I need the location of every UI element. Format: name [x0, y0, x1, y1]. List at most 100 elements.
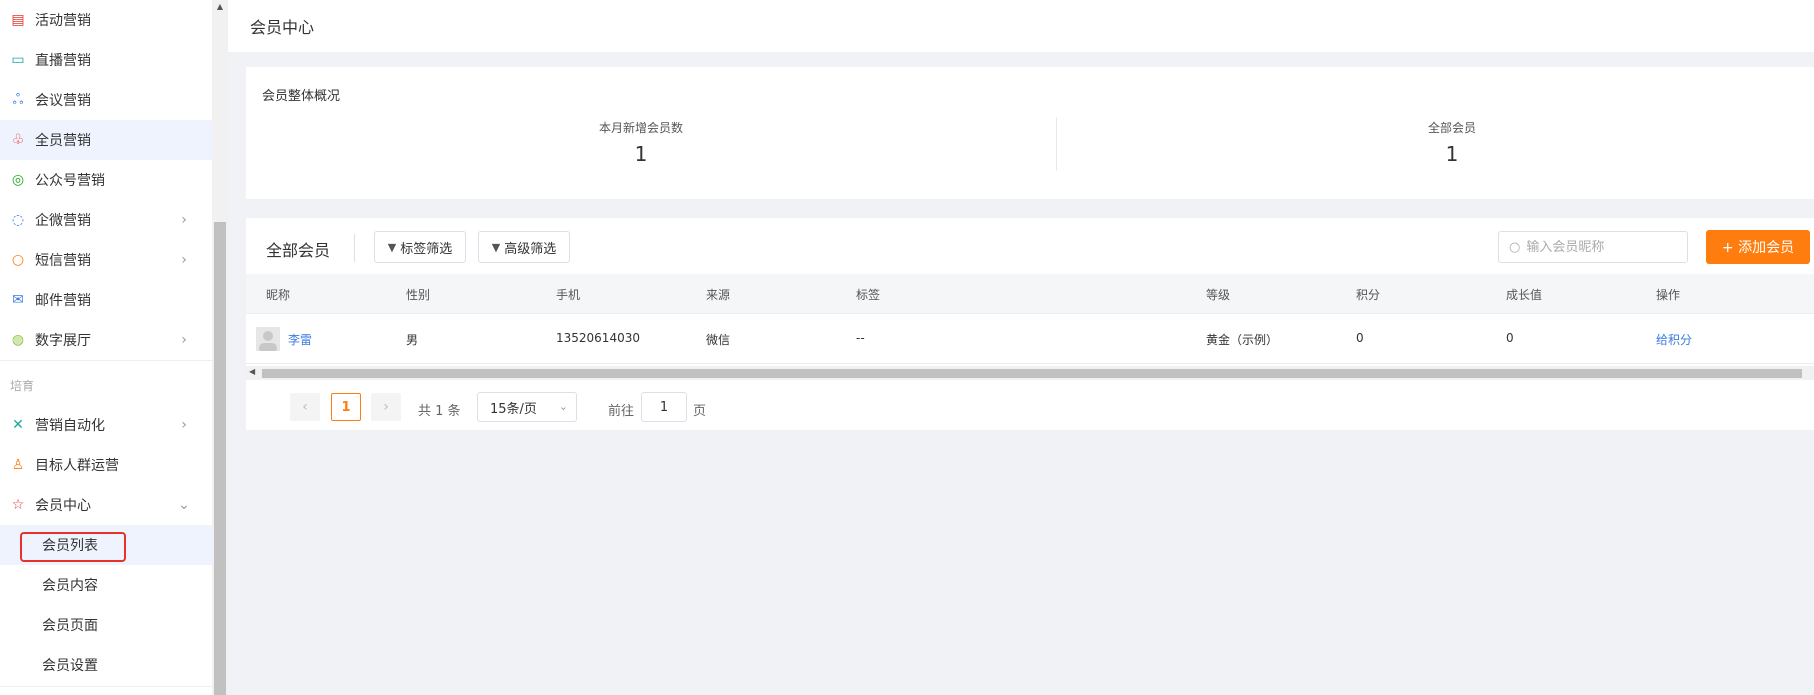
- flow-icon: ✕: [12, 417, 24, 433]
- page-number-current[interactable]: 1: [331, 393, 361, 421]
- column-header-actions[interactable]: 操作: [1656, 286, 1680, 303]
- highlight-box: [20, 532, 126, 562]
- member-growth: 0: [1506, 331, 1514, 345]
- sidebar-item-label: 公众号营销: [35, 173, 105, 189]
- column-header-phone[interactable]: 手机: [556, 286, 580, 303]
- sidebar-item-official-account[interactable]: ◎ 公众号营销: [0, 160, 212, 200]
- give-points-link[interactable]: 给积分: [1656, 331, 1692, 348]
- stat-label: 全部会员: [1427, 121, 1476, 135]
- sidebar-subitem-member-content[interactable]: 会员内容: [0, 565, 212, 605]
- member-gender: 男: [406, 333, 419, 347]
- sidebar-item-showroom[interactable]: ◍ 数字展厅 ›: [0, 320, 212, 360]
- sidebar-item-sms[interactable]: ○ 短信营销 ›: [0, 240, 212, 280]
- chevron-right-icon: ›: [181, 252, 187, 268]
- member-level: 黄金（示例）: [1206, 333, 1279, 347]
- page-header: 会员中心: [228, 0, 1814, 52]
- table-header: 昵称 性别 手机 来源 标签 等级 积分 成长值 操作: [246, 274, 1814, 314]
- sidebar-item-label: 会员中心: [35, 498, 91, 514]
- sidebar-subitem-label: 会员页面: [42, 618, 98, 634]
- stat-label: 本月新增会员数: [598, 121, 683, 135]
- stat-all-members: 全部会员 1: [1057, 119, 1814, 166]
- wechat-icon: ◎: [11, 172, 25, 188]
- member-tags: --: [856, 331, 865, 345]
- sidebar-item-label: 会议营销: [35, 93, 91, 109]
- member-name-link[interactable]: 李雷: [288, 331, 312, 348]
- chevron-right-icon: ›: [383, 399, 389, 415]
- mail-icon: ✉: [12, 292, 24, 308]
- sidebar-item-label: 目标人群运营: [35, 458, 119, 474]
- chevron-right-icon: ›: [181, 212, 187, 228]
- chevron-down-icon: ⌄: [178, 497, 190, 513]
- sidebar-item-allstaff[interactable]: ♧ 全员营销: [0, 120, 212, 160]
- sidebar: ▤ 活动营销 ▭ 直播营销 ஃ 会议营销 ♧ 全员营销 ◎ 公众号营销 ◌ 企微…: [0, 0, 212, 695]
- sidebar-item-target-audience[interactable]: ♙ 目标人群运营: [0, 445, 212, 485]
- sidebar-item-label: 活动营销: [35, 13, 91, 29]
- globe-icon: ◍: [11, 332, 25, 348]
- column-header-nickname[interactable]: 昵称: [266, 286, 290, 303]
- sidebar-item-automation[interactable]: ✕ 营销自动化 ›: [0, 405, 212, 445]
- column-header-tags[interactable]: 标签: [856, 286, 880, 303]
- sidebar-item-label: 直播营销: [35, 53, 91, 69]
- sidebar-item-label: 营销自动化: [35, 418, 105, 434]
- overview-title: 会员整体概况: [262, 89, 341, 104]
- avatar[interactable]: [256, 327, 280, 351]
- member-phone: 13520614030: [556, 331, 640, 345]
- stat-value: 1: [634, 142, 648, 166]
- sidebar-subitem-member-page[interactable]: 会员页面: [0, 605, 212, 645]
- next-page-button[interactable]: ›: [371, 393, 401, 421]
- filter-icon: ▼: [387, 240, 397, 254]
- sidebar-subitem-label: 会员内容: [42, 578, 98, 594]
- column-header-gender[interactable]: 性别: [406, 286, 430, 303]
- sidebar-item-activity[interactable]: ▤ 活动营销: [0, 0, 212, 40]
- stat-value: 1: [1445, 142, 1459, 166]
- goto-suffix: 页: [693, 404, 707, 419]
- sidebar-scroll-thumb[interactable]: [214, 222, 226, 695]
- sidebar-divider: [0, 360, 212, 361]
- tag-filter-button[interactable]: ▼ 标签筛选: [374, 231, 466, 263]
- chevron-right-icon: ›: [181, 332, 187, 348]
- search-icon: ○: [1509, 239, 1521, 255]
- member-search-box[interactable]: ○: [1498, 231, 1688, 263]
- member-source: 微信: [706, 333, 731, 347]
- table-horizontal-scrollbar[interactable]: ◀: [246, 366, 1814, 380]
- sidebar-item-label: 短信营销: [35, 253, 91, 269]
- sidebar-divider: [0, 686, 212, 687]
- calendar-icon: ▤: [11, 12, 25, 28]
- scroll-up-arrow-icon[interactable]: ▲: [212, 0, 228, 12]
- sidebar-item-label: 企微营销: [35, 213, 91, 229]
- chevron-left-icon: ‹: [302, 399, 308, 415]
- message-icon: ○: [11, 252, 25, 268]
- table-title: 全部会员: [266, 241, 331, 260]
- chevron-down-icon: ⌄: [558, 400, 568, 413]
- advanced-filter-button[interactable]: ▼ 高级筛选: [478, 231, 570, 263]
- member-search-input[interactable]: [1526, 239, 1677, 255]
- column-header-growth[interactable]: 成长值: [1506, 286, 1542, 303]
- stat-new-members: 本月新增会员数 1: [246, 119, 1036, 166]
- sidebar-item-label: 数字展厅: [35, 333, 91, 349]
- member-points: 0: [1356, 331, 1364, 345]
- scroll-left-arrow-icon[interactable]: ◀: [249, 367, 255, 376]
- total-count: 共 1 条: [418, 404, 461, 419]
- pagination: ‹ 1 › 共 1 条 15条/页 ⌄ 前往 页: [246, 388, 1814, 428]
- sidebar-item-meeting[interactable]: ஃ 会议营销: [0, 80, 212, 120]
- page-size-select[interactable]: 15条/页 ⌄: [477, 392, 577, 422]
- star-user-icon: ☆: [11, 497, 25, 513]
- sidebar-subitem-member-settings[interactable]: 会员设置: [0, 645, 212, 685]
- sidebar-item-wecom[interactable]: ◌ 企微营销 ›: [0, 200, 212, 240]
- column-header-source[interactable]: 来源: [706, 286, 730, 303]
- add-member-button[interactable]: + 添加会员: [1706, 230, 1810, 264]
- sidebar-item-live[interactable]: ▭ 直播营销: [0, 40, 212, 80]
- sidebar-item-member-center[interactable]: ☆ 会员中心 ⌄: [0, 485, 212, 525]
- sidebar-item-email[interactable]: ✉ 邮件营销: [0, 280, 212, 320]
- advanced-filter-label: 高级筛选: [504, 241, 557, 257]
- sidebar-group-label: 培育: [10, 379, 35, 393]
- column-header-points[interactable]: 积分: [1356, 286, 1380, 303]
- sidebar-subitem-label: 会员设置: [42, 658, 98, 674]
- table-scroll-thumb[interactable]: [262, 369, 1802, 378]
- column-header-level[interactable]: 等级: [1206, 286, 1230, 303]
- chevron-right-icon: ›: [181, 417, 187, 433]
- goto-page-input[interactable]: [641, 392, 687, 422]
- prev-page-button[interactable]: ‹: [290, 393, 320, 421]
- main-content: 会员中心 会员整体概况 本月新增会员数 1 全部会员 1 全部会员 ▼ 标签筛选…: [228, 0, 1814, 695]
- target-user-icon: ♙: [11, 457, 25, 473]
